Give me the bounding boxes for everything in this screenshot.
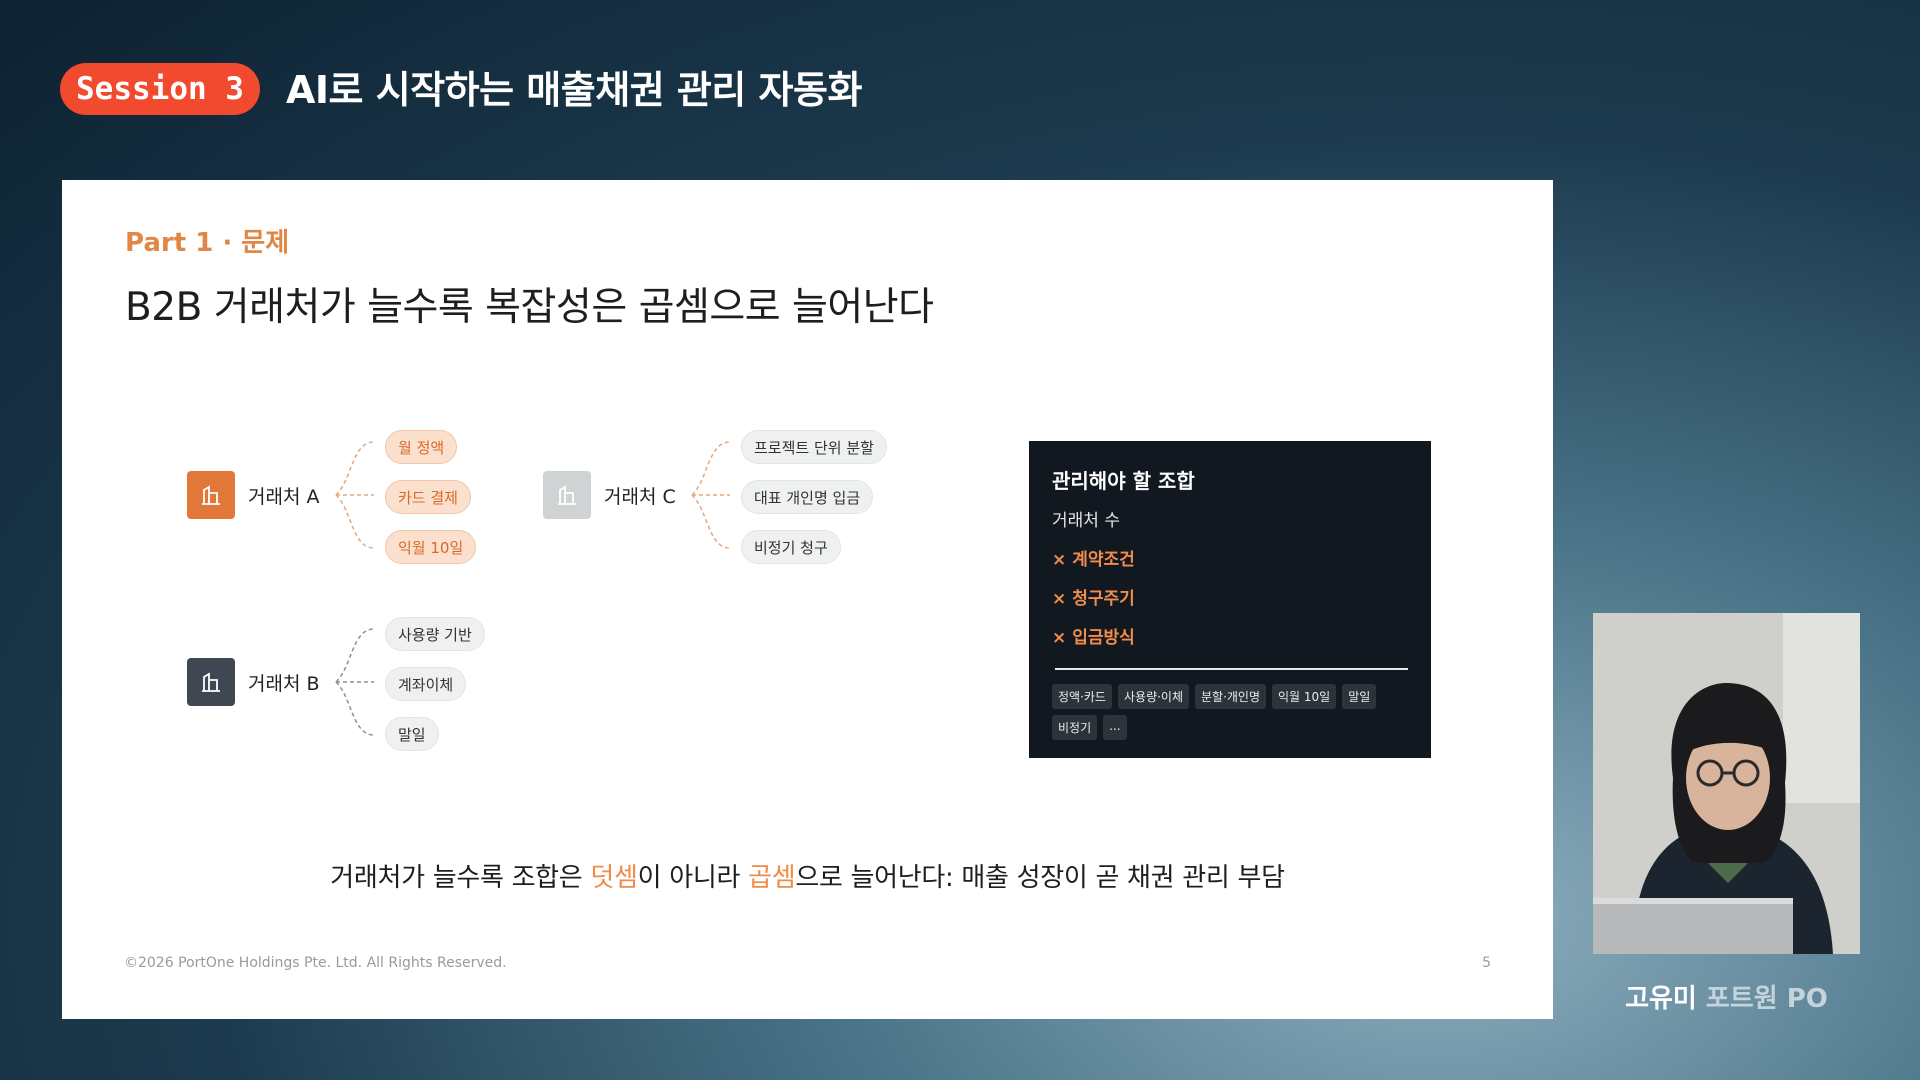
- client-c-chip-3: 비정기 청구: [741, 530, 841, 564]
- multiply-icon: ×: [1052, 550, 1067, 570]
- session-title: AI로 시작하는 매출채권 관리 자동화: [286, 68, 862, 112]
- page-number: 5: [1482, 955, 1491, 971]
- client-a-chip-3: 익월 10일: [385, 530, 477, 564]
- tag: 말일: [1342, 684, 1377, 709]
- tag: 사용량·이체: [1117, 684, 1189, 709]
- building-icon: [187, 471, 235, 519]
- panel-factor: × 청구주기: [1052, 589, 1135, 609]
- client-label: 거래처 B: [248, 672, 320, 695]
- tag: 비정기: [1052, 715, 1098, 740]
- client-label: 거래처 A: [248, 485, 320, 508]
- client-b-chip-1: 사용량 기반: [385, 617, 485, 651]
- speaker-portrait: [1593, 613, 1860, 954]
- tag: 분할·개인명: [1195, 684, 1267, 709]
- panel-subtitle: 거래처 수: [1052, 511, 1120, 531]
- panel-factor: × 입금방식: [1052, 628, 1135, 648]
- panel-divider: [1055, 668, 1408, 670]
- tag: 익월 10일: [1272, 684, 1337, 709]
- tag: 정액·카드: [1052, 684, 1112, 709]
- session-badge: Session 3: [60, 63, 260, 115]
- client-a-chip-1: 월 정액: [385, 430, 458, 464]
- building-icon: [187, 658, 235, 706]
- tag-list: 정액·카드 사용량·이체 분할·개인명 익월 10일 말일 비정기 ...: [1052, 684, 1408, 740]
- client-a-chip-2: 카드 결제: [385, 480, 471, 514]
- multiply-icon: ×: [1052, 628, 1067, 648]
- client-node-b: 거래처 B: [187, 658, 320, 706]
- building-icon: [543, 471, 591, 519]
- tag: ...: [1103, 715, 1127, 740]
- client-node-a: 거래처 A: [187, 471, 319, 519]
- client-c-chip-2: 대표 개인명 입금: [741, 480, 874, 514]
- summary-statement: 거래처가 늘수록 조합은 덧셈이 아니라 곱셈으로 늘어난다: 매출 성장이 곧…: [330, 863, 1285, 893]
- client-c-chip-1: 프로젝트 단위 분할: [741, 430, 887, 464]
- speaker-name: 고유미 포트원 PO: [1625, 984, 1828, 1014]
- combination-panel: 관리해야 할 조합 거래처 수 × 계약조건 × 청구주기 × 입금방식 정액·카드 …: [1029, 441, 1431, 758]
- client-node-c: 거래처 C: [543, 471, 676, 519]
- panel-title: 관리해야 할 조합: [1052, 469, 1195, 493]
- speaker-video: [1593, 613, 1860, 954]
- panel-factor: × 계약조건: [1052, 550, 1135, 570]
- multiply-icon: ×: [1052, 589, 1067, 609]
- copyright-text: ©2026 PortOne Holdings Pte. Ltd. All Rig…: [124, 955, 507, 971]
- client-b-chip-2: 계좌이체: [385, 667, 467, 701]
- presentation-slide: Part 1 · 문제 B2B 거래처가 늘수록 복잡성은 곱셈으로 늘어난다 …: [62, 180, 1553, 1019]
- client-label: 거래처 C: [604, 485, 676, 508]
- client-b-chip-3: 말일: [385, 717, 439, 751]
